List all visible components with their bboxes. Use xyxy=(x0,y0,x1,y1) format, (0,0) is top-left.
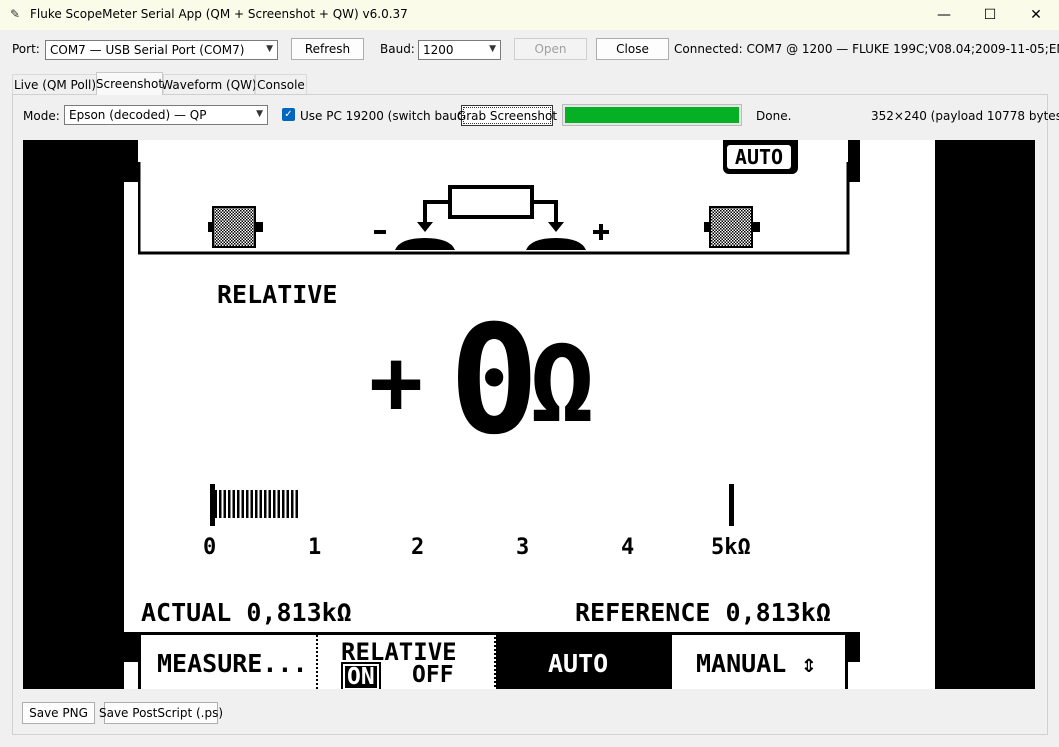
minimize-button[interactable]: — xyxy=(921,0,967,30)
reading-sign: + xyxy=(369,330,424,435)
status-done: Done. xyxy=(756,109,792,123)
tab-waveform-qw[interactable]: Waveform (QW) xyxy=(161,74,257,94)
bar-segment xyxy=(264,490,267,518)
softkey-relative-on: ON xyxy=(341,662,381,689)
softkey-measure: MEASURE... xyxy=(157,649,308,678)
chevron-down-icon: ▼ xyxy=(266,44,273,54)
mode-select-value: Epson (decoded) — QP xyxy=(69,108,207,122)
bar-segment xyxy=(268,490,271,518)
bar-segment xyxy=(219,490,222,518)
feather-icon: ✎ xyxy=(10,7,21,21)
tab-screenshot[interactable]: Screenshot xyxy=(96,72,163,95)
tab-live-qm-poll[interactable]: Live (QM Poll) xyxy=(12,74,98,94)
maximize-button[interactable]: ☐ xyxy=(967,0,1013,30)
bar-segment xyxy=(241,490,244,518)
bar-segment xyxy=(232,490,235,518)
mode-label: Mode: xyxy=(23,109,60,123)
refresh-button[interactable]: Refresh xyxy=(291,38,364,60)
scope-screenshot: AUTO RELATIVE + 0 Ω 0 1 2 3 4 5kΩ ACTUAL… xyxy=(23,140,1035,689)
progress-fill xyxy=(565,107,739,123)
grab-progress-bar xyxy=(562,104,742,126)
bar-segment xyxy=(246,490,249,518)
port-select-value: COM7 — USB Serial Port (COM7) xyxy=(50,43,245,57)
tab-console[interactable]: Console xyxy=(255,74,307,94)
mode-select[interactable]: Epson (decoded) — QP ▼ xyxy=(64,105,268,125)
use-pc-19200-checkbox[interactable]: ✓ xyxy=(282,108,295,121)
reading-value: 0 xyxy=(449,294,540,468)
open-button[interactable]: Open xyxy=(514,38,587,60)
softkey-divider xyxy=(316,635,320,689)
close-window-button[interactable]: ✕ xyxy=(1013,0,1059,30)
resistor-diagram xyxy=(138,162,850,255)
grab-screenshot-button[interactable]: Grab Screenshot xyxy=(457,105,557,126)
bar-scale-4: 4 xyxy=(621,535,635,560)
softkey-left-edge xyxy=(124,632,138,662)
relative-heading: RELATIVE xyxy=(217,280,338,309)
bar-segment xyxy=(277,490,280,518)
bar-segment xyxy=(286,490,289,518)
chevron-down-icon: ▼ xyxy=(256,109,263,119)
bar-segment xyxy=(295,490,298,518)
bar-segment xyxy=(273,490,276,518)
window-title: Fluke ScopeMeter Serial App (QM + Screen… xyxy=(30,7,408,21)
lcd-edge-left xyxy=(124,140,138,182)
title-bar: ✎ Fluke ScopeMeter Serial App (QM + Scre… xyxy=(0,0,1059,30)
port-select[interactable]: COM7 — USB Serial Port (COM7) ▼ xyxy=(45,40,278,60)
bar-graph xyxy=(210,484,734,526)
image-dims-label: 352×240 (payload 10778 bytes) xyxy=(871,109,1059,123)
bar-scale-1: 1 xyxy=(308,535,322,560)
bar-segment xyxy=(282,490,285,518)
bar-segment xyxy=(223,490,226,518)
bar-segment xyxy=(255,490,258,518)
close-port-button[interactable]: Close xyxy=(596,38,669,60)
bar-scale-5k: 5kΩ xyxy=(711,535,751,560)
port-label: Port: xyxy=(12,42,40,56)
softkey-relative-off: OFF xyxy=(412,662,454,688)
actual-readout: ACTUAL 0,813kΩ xyxy=(141,598,352,627)
baud-select[interactable]: 1200 ▼ xyxy=(418,40,501,60)
bar-segment xyxy=(237,490,240,518)
softkey-manual: MANUAL ⇕ xyxy=(696,649,817,678)
bar-segment xyxy=(291,490,294,518)
save-postscript-button[interactable]: Save PostScript (.ps) xyxy=(99,702,223,724)
save-png-button[interactable]: Save PNG xyxy=(22,702,95,724)
bar-scale-0: 0 xyxy=(203,535,217,560)
lcd-image: AUTO RELATIVE + 0 Ω 0 1 2 3 4 5kΩ ACTUAL… xyxy=(124,140,935,689)
bar-scale-2: 2 xyxy=(411,535,425,560)
baud-select-value: 1200 xyxy=(423,43,454,57)
bar-segment xyxy=(210,484,215,526)
bar-scale-3: 3 xyxy=(516,535,530,560)
checkmark-icon: ✓ xyxy=(284,109,293,120)
baud-label: Baud: xyxy=(380,42,415,56)
bar-segment xyxy=(228,490,231,518)
chevron-down-icon: ▼ xyxy=(489,44,496,54)
connection-status: Connected: COM7 @ 1200 — FLUKE 199C;V08.… xyxy=(674,42,1059,56)
reading-unit: Ω xyxy=(529,319,596,447)
bar-segment xyxy=(259,490,262,518)
reference-readout: REFERENCE 0,813kΩ xyxy=(575,598,831,627)
softkey-auto: AUTO xyxy=(548,649,609,678)
use-pc-19200-label[interactable]: Use PC 19200 (switch baud) xyxy=(300,109,469,123)
bar-segment xyxy=(250,490,253,518)
bar-segment xyxy=(214,490,217,518)
softkey-right-edge xyxy=(848,632,860,662)
